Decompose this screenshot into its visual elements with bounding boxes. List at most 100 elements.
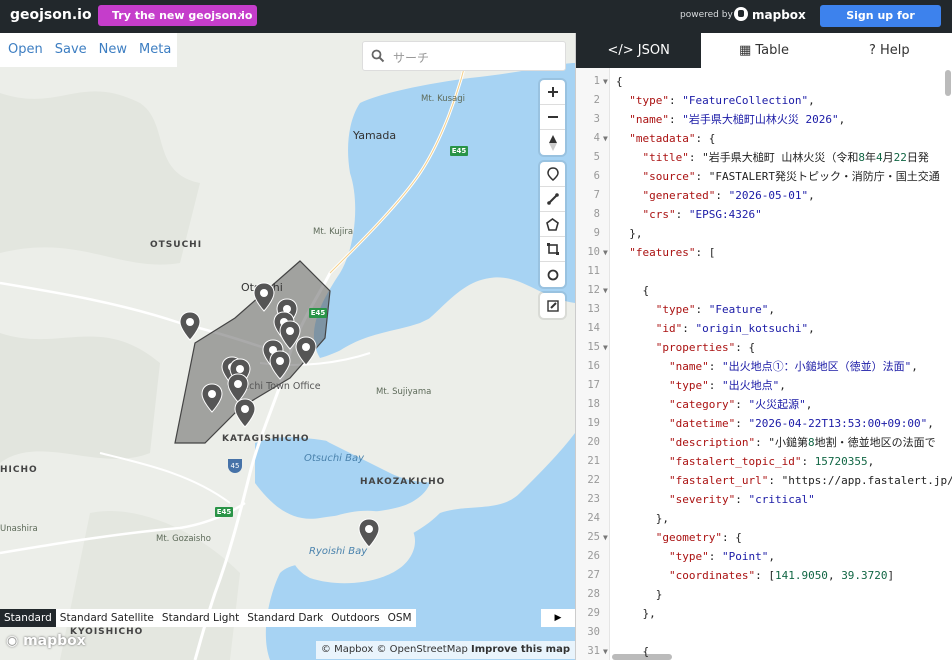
label-mt-sujiyama: Mt. Sujiyama bbox=[376, 387, 432, 397]
fold-toggle-icon[interactable]: ▼ bbox=[603, 281, 608, 300]
code-text: "fastalert_url": "https://app.fastalert.… bbox=[668, 474, 952, 487]
map-marker[interactable] bbox=[269, 350, 291, 380]
signup-button[interactable]: Sign up for Mapbox bbox=[820, 5, 941, 44]
code-text: "name": "出火地点①：小鎚地区（徳並）法面", bbox=[668, 360, 918, 373]
code-text: }, bbox=[616, 607, 656, 620]
draw-marker-button[interactable] bbox=[540, 162, 565, 187]
edit-button[interactable] bbox=[540, 293, 565, 318]
mapbox-logo-text: mapbox bbox=[752, 8, 806, 22]
tab-json-label: JSON bbox=[637, 43, 670, 58]
fold-toggle-icon[interactable]: ▼ bbox=[603, 72, 608, 91]
plus-icon bbox=[547, 87, 558, 97]
search-input[interactable]: サーチ bbox=[393, 49, 429, 66]
line-number: 3 bbox=[593, 113, 600, 125]
code-line: 12 ▼ { bbox=[576, 281, 952, 300]
draw-polygon-button[interactable] bbox=[540, 212, 565, 237]
code-line: 31 ▼ { bbox=[576, 642, 952, 660]
map-marker[interactable] bbox=[179, 311, 201, 341]
tab-help[interactable]: ? Help bbox=[827, 33, 952, 68]
fold-toggle-icon[interactable]: ▼ bbox=[603, 243, 608, 262]
line-number: 17 bbox=[587, 379, 600, 391]
tab-table[interactable]: ▦ Table bbox=[701, 33, 826, 68]
code-text: "source": "FASTALERT発災トピック・消防庁・国土交通 bbox=[642, 170, 940, 183]
code-line: 30 bbox=[576, 623, 952, 642]
code-line: 29 }, bbox=[576, 604, 952, 623]
map-attribution: © Mapbox © OpenStreetMap Improve this ma… bbox=[315, 641, 575, 659]
style-outdoors[interactable]: Outdoors bbox=[327, 609, 383, 627]
fold-toggle-icon[interactable]: ▼ bbox=[603, 129, 608, 148]
draw-rectangle-button[interactable] bbox=[540, 237, 565, 262]
code-text: "id": "origin_kotsuchi", bbox=[655, 322, 815, 335]
rectangle-icon bbox=[546, 243, 559, 255]
draw-circle-button[interactable] bbox=[540, 262, 565, 287]
fold-toggle-icon[interactable]: ▼ bbox=[603, 528, 608, 547]
attribution-mapbox[interactable]: © Mapbox bbox=[321, 644, 373, 655]
label-otsuchi-region: OTSUCHI bbox=[150, 240, 203, 250]
tab-json[interactable]: </> JSON bbox=[576, 33, 702, 68]
line-number: 8 bbox=[593, 208, 600, 220]
map-view[interactable]: Mt. Kusagi Yamada Mt. Kujira OTSUCHI Ots… bbox=[0, 33, 575, 660]
map-marker[interactable] bbox=[201, 383, 223, 413]
code-line: 5 "title": "岩手県大槌町 山林火災（令和8年4月22日発 bbox=[576, 148, 952, 167]
compass-button[interactable] bbox=[540, 130, 565, 155]
fold-toggle-icon[interactable]: ▼ bbox=[603, 338, 608, 357]
code-text: "title": "岩手県大槌町 山林火災（令和8年4月22日発 bbox=[642, 151, 929, 164]
style-standard-light[interactable]: Standard Light bbox=[158, 609, 243, 627]
line-number: 24 bbox=[587, 512, 600, 524]
line-number: 19 bbox=[587, 417, 600, 429]
style-standard[interactable]: Standard bbox=[0, 609, 56, 627]
zoom-in-button[interactable] bbox=[540, 80, 565, 105]
mapbox-watermark[interactable]: ◉ mapbox bbox=[6, 633, 86, 649]
code-text: "metadata": { bbox=[629, 132, 716, 145]
code-line: 6 "source": "FASTALERT発災トピック・消防庁・国土交通 bbox=[576, 167, 952, 186]
style-standard-satellite[interactable]: Standard Satellite bbox=[56, 609, 158, 627]
code-text: } bbox=[616, 588, 663, 601]
code-text: "datetime": "2026-04-22T13:53:00+09:00", bbox=[668, 417, 934, 430]
try-new-label: Try the new geojson.io bbox=[112, 9, 253, 22]
menu-new[interactable]: New bbox=[93, 33, 133, 67]
attribution-osm[interactable]: © OpenStreetMap bbox=[376, 644, 467, 655]
powered-by-label: powered by bbox=[680, 10, 733, 20]
code-text: "coordinates": [141.9050, 39.3720] bbox=[668, 569, 895, 582]
line-number: 9 bbox=[593, 227, 600, 239]
line-number: 30 bbox=[587, 626, 600, 638]
tab-table-label: Table bbox=[755, 43, 790, 58]
menu-save[interactable]: Save bbox=[49, 33, 93, 67]
label-katagishicho: KATAGISHICHO bbox=[222, 434, 310, 444]
circle-icon bbox=[547, 269, 558, 280]
style-standard-dark[interactable]: Standard Dark bbox=[243, 609, 327, 627]
question-icon: ? bbox=[868, 43, 876, 58]
map-marker[interactable] bbox=[234, 398, 256, 428]
style-osm[interactable]: OSM bbox=[384, 609, 416, 627]
line-number: 31 bbox=[587, 645, 600, 657]
line-number: 26 bbox=[587, 550, 600, 562]
zoom-out-button[interactable] bbox=[540, 105, 565, 130]
draw-line-button[interactable] bbox=[540, 187, 565, 212]
mapbox-watermark-icon: ◉ bbox=[6, 633, 19, 649]
tab-help-label: Help bbox=[880, 43, 910, 58]
json-editor[interactable]: 1 ▼{2 "type": "FeatureCollection", 3 "name… bbox=[576, 68, 952, 660]
search-box[interactable]: サーチ bbox=[362, 41, 566, 71]
mapbox-watermark-text: mapbox bbox=[23, 633, 86, 649]
code-line: 23 "severity": "critical" bbox=[576, 490, 952, 509]
map-marker[interactable] bbox=[253, 282, 275, 312]
line-icon bbox=[546, 193, 559, 205]
brand-logo[interactable]: geojson.io bbox=[10, 7, 92, 23]
map-marker[interactable] bbox=[358, 518, 380, 548]
code-line: 3 "name": "岩手県大槌町山林火災 2026", bbox=[576, 110, 952, 129]
mapbox-logo[interactable]: mapbox bbox=[734, 7, 806, 22]
label-hichio: HICHO bbox=[0, 465, 38, 475]
map-marker[interactable] bbox=[295, 336, 317, 366]
improve-map-link[interactable]: Improve this map bbox=[471, 644, 570, 655]
try-new-button[interactable]: Try the new geojson.io › bbox=[98, 5, 257, 26]
collapse-panel-button[interactable]: ▶ bbox=[541, 609, 575, 627]
code-line: 19 "datetime": "2026-04-22T13:53:00+09:0… bbox=[576, 414, 952, 433]
fold-toggle-icon[interactable]: ▼ bbox=[603, 642, 608, 660]
menu-open[interactable]: Open bbox=[2, 33, 49, 67]
chevron-right-icon: › bbox=[238, 8, 243, 21]
menu-meta[interactable]: Meta bbox=[133, 33, 177, 67]
line-number: 5 bbox=[593, 151, 600, 163]
code-text: "description": "小鎚第8地割・徳並地区の法面で bbox=[668, 436, 936, 449]
label-mt-kujira: Mt. Kujira bbox=[313, 227, 354, 237]
line-number: 4 bbox=[593, 132, 600, 144]
